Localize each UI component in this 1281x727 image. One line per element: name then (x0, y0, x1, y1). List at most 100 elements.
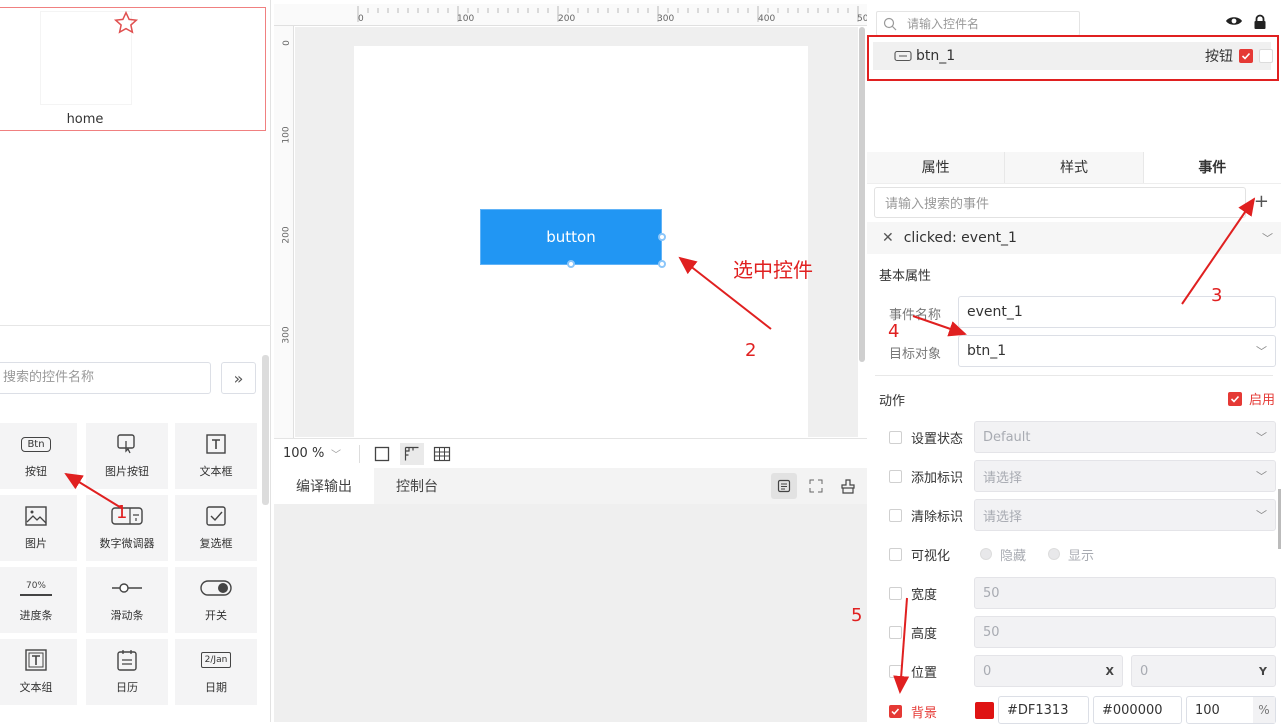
action-label: 背景 (911, 705, 938, 721)
x-unit: X (1105, 664, 1114, 678)
center-panel: 0 100 200 300 400 50 0 100 200 300 butto… (272, 0, 868, 722)
scrollbar[interactable] (262, 355, 269, 505)
layer-row-btn_1[interactable]: btn_1 按钮 (867, 35, 1279, 81)
width-value: 50 (983, 585, 1000, 601)
tab-styles[interactable]: 样式 (1005, 152, 1144, 183)
event-header[interactable]: ✕ clicked: event_1 ﹀ (867, 222, 1281, 254)
tab-compile-output[interactable]: 编译输出 (274, 468, 374, 504)
target-label: 目标对象 (889, 347, 942, 362)
control-label: 按钮 (25, 465, 47, 478)
resize-handle-right[interactable] (658, 233, 666, 241)
control-label: 日历 (116, 681, 138, 694)
clear-tag-checkbox[interactable] (889, 508, 902, 522)
canvas-widget-button[interactable]: button (480, 209, 662, 265)
eye-icon[interactable] (1225, 14, 1243, 28)
control-tile-image[interactable]: 图片 (0, 495, 77, 561)
chevron-down-icon[interactable]: ﹀ (1262, 230, 1273, 246)
width-field[interactable]: 50 (974, 577, 1276, 609)
canvas-scrollbar[interactable] (859, 27, 865, 362)
frame-view-icon[interactable] (370, 443, 394, 465)
lock-icon[interactable] (1253, 14, 1267, 30)
button-layer-icon (894, 50, 912, 62)
chevron-down-icon: ﹀ (1256, 470, 1267, 483)
resize-handle-corner[interactable] (658, 260, 666, 268)
annotation-3: 3 (1211, 285, 1223, 306)
close-icon[interactable]: ✕ (882, 230, 894, 246)
control-label: 文本框 (199, 465, 233, 478)
control-label: 复选框 (199, 537, 233, 550)
position-y-field[interactable]: 0Y (1131, 655, 1276, 687)
control-label: 日期 (205, 681, 227, 694)
color2-field[interactable]: #000000 (1093, 696, 1182, 724)
position-y-value: 0 (1140, 663, 1149, 679)
date-icon: 2/Jan (200, 647, 232, 673)
layer-name: btn_1 (916, 48, 956, 64)
add-tag-checkbox[interactable] (889, 469, 902, 483)
log-icon[interactable] (771, 473, 797, 499)
control-label: 数字微调器 (99, 537, 155, 550)
tab-console[interactable]: 控制台 (374, 476, 460, 496)
fullscreen-icon[interactable] (803, 473, 829, 499)
target-select[interactable]: btn_1 ﹀ (958, 335, 1276, 367)
search-icon (883, 17, 897, 30)
layer-visible-checkbox[interactable] (1239, 49, 1253, 63)
background-checkbox[interactable] (889, 704, 902, 718)
radio-hide[interactable]: 隐藏 (980, 545, 1026, 564)
color-swatch[interactable] (975, 702, 994, 719)
divider (0, 325, 271, 326)
layer-search-placeholder: 请输入控件名 (907, 17, 980, 31)
add-event-icon[interactable]: + (1254, 191, 1269, 212)
position-x-field[interactable]: 0X (974, 655, 1123, 687)
chevron-down-icon: ﹀ (331, 450, 341, 461)
set-state-select[interactable]: Default ﹀ (974, 421, 1276, 453)
control-tile-text-group[interactable]: 文本组 (0, 639, 77, 705)
position-x-value: 0 (983, 663, 992, 679)
control-label: 图片 (25, 537, 47, 550)
right-panel: 请输入控件名 btn_1 按钮 属性 样式 事件 请输入搜索的事件 + ✕ cl… (867, 0, 1281, 724)
control-tile-text-box[interactable]: 文本框 (175, 423, 257, 489)
control-tile-button[interactable]: Btn 按钮 (0, 423, 77, 489)
ruler-view-icon[interactable] (400, 442, 424, 465)
chevron-down-icon: ﹀ (1256, 509, 1267, 522)
zoom-select[interactable]: 100 % ﹀ (283, 446, 341, 461)
visible-checkbox[interactable] (889, 547, 902, 561)
enable-checkbox[interactable] (1227, 391, 1242, 406)
tab-properties[interactable]: 属性 (867, 152, 1006, 183)
width-checkbox[interactable] (889, 586, 902, 600)
event-search-input[interactable]: 请输入搜索的事件 (874, 187, 1246, 218)
chevron-down-icon: ﹀ (1256, 431, 1267, 444)
clear-icon[interactable] (835, 473, 861, 499)
control-tile-checkbox[interactable]: 复选框 (175, 495, 257, 561)
layer-lock-checkbox[interactable] (1259, 49, 1273, 63)
grid-view-icon[interactable] (430, 443, 454, 465)
control-tile-image-button[interactable]: 图片按钮 (86, 423, 168, 489)
add-tag-select[interactable]: 请选择 ﹀ (974, 460, 1276, 492)
height-field[interactable]: 50 (974, 616, 1276, 648)
radio-show[interactable]: 显示 (1048, 545, 1094, 564)
clear-tag-select[interactable]: 请选择 ﹀ (974, 499, 1276, 531)
enable-toggle[interactable]: 启用 (1227, 389, 1275, 408)
annotation-4: 4 (888, 321, 900, 342)
control-tile-slider[interactable]: 滑动条 (86, 567, 168, 633)
event-name-field[interactable]: event_1 (958, 296, 1276, 328)
control-tile-calendar[interactable]: 日历 (86, 639, 168, 705)
color1-field[interactable]: #DF1313 (998, 696, 1089, 724)
control-tile-date[interactable]: 2/Jan 日期 (175, 639, 257, 705)
clear-tag-value: 请选择 (983, 509, 1023, 525)
ruler-label: 300 (281, 326, 292, 344)
ruler-horizontal: 0 100 200 300 400 50 (274, 4, 868, 26)
control-tile-switch[interactable]: 开关 (175, 567, 257, 633)
control-search-input[interactable]: 搜索的控件名称 (0, 362, 211, 394)
tab-events[interactable]: 事件 (1143, 152, 1281, 183)
opacity-field[interactable]: 100% (1186, 696, 1276, 724)
set-state-checkbox[interactable] (889, 430, 902, 444)
control-tile-progress[interactable]: 70% 进度条 (0, 567, 77, 633)
expand-button[interactable]: » (221, 362, 256, 394)
action-label: 清除标识 (911, 509, 964, 525)
star-icon[interactable] (113, 10, 139, 36)
resize-handle-bottom[interactable] (567, 260, 575, 268)
page-card-home[interactable]: home (0, 7, 266, 131)
height-checkbox[interactable] (889, 625, 902, 639)
layer-search-input[interactable]: 请输入控件名 (876, 11, 1080, 36)
position-checkbox[interactable] (889, 664, 902, 678)
